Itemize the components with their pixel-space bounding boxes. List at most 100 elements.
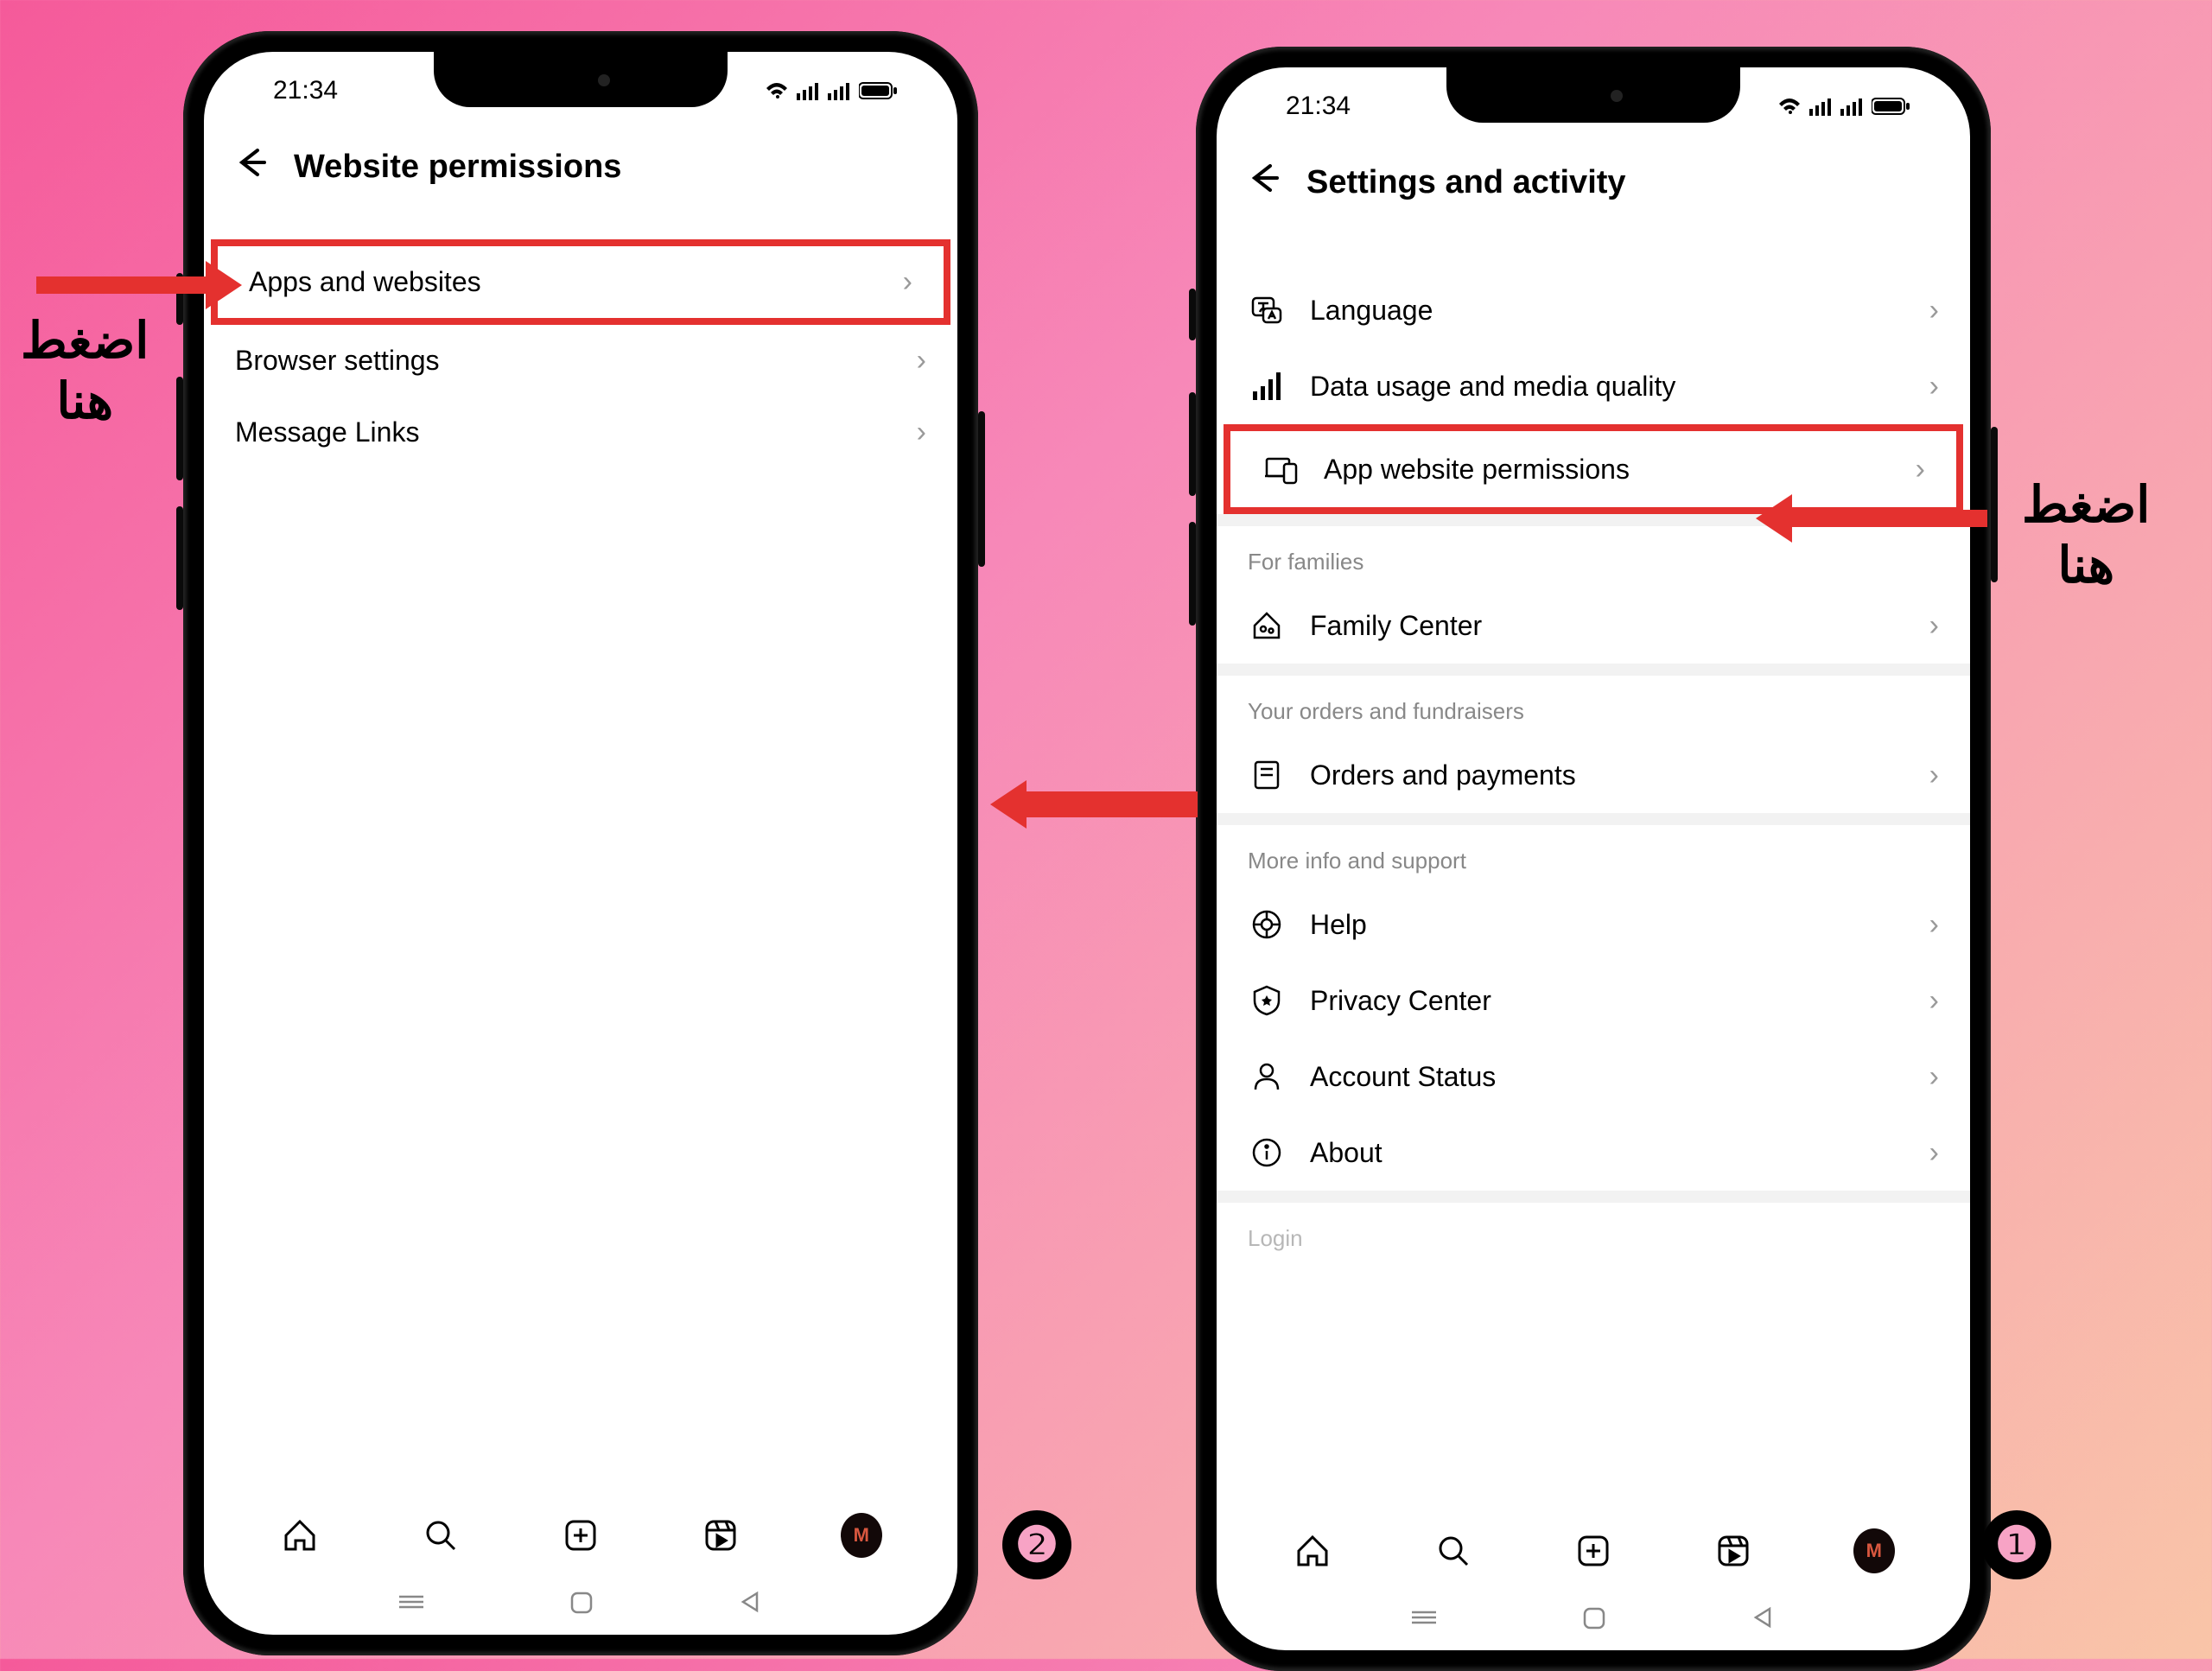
status-indicators xyxy=(766,81,914,100)
signal-icon xyxy=(828,81,850,100)
annotation-line1: اضغط xyxy=(2022,475,2150,536)
separator xyxy=(1217,1191,1970,1203)
profile-avatar[interactable]: M xyxy=(1853,1530,1895,1572)
row-orders-payments[interactable]: Orders and payments › xyxy=(1217,737,1970,813)
row-label: About xyxy=(1310,1137,1905,1169)
row-label: Data usage and media quality xyxy=(1310,371,1905,403)
back-button-icon[interactable] xyxy=(738,1590,766,1614)
status-time: 21:34 xyxy=(247,76,338,105)
help-icon xyxy=(1248,905,1286,944)
wifi-icon xyxy=(766,81,788,100)
annotation-line2: هنا xyxy=(2022,536,2150,596)
battery-icon xyxy=(1872,97,1910,116)
chevron-right-icon: › xyxy=(917,344,926,378)
row-label: App website permissions xyxy=(1324,454,1891,486)
info-icon xyxy=(1248,1134,1286,1172)
row-privacy-center[interactable]: Privacy Center › xyxy=(1217,963,1970,1039)
phone-screen-right: 21:34 Settings and activity Language › xyxy=(1217,67,1970,1650)
step-badge-1: ❶ xyxy=(1982,1510,2051,1579)
section-login: Login xyxy=(1217,1203,1970,1264)
section-orders: Your orders and fundraisers xyxy=(1217,676,1970,737)
back-arrow-icon[interactable] xyxy=(233,145,268,189)
arrow-middle-flow xyxy=(1025,791,1198,817)
row-language[interactable]: Language › xyxy=(1217,272,1970,348)
arrow-head xyxy=(990,780,1027,829)
android-nav xyxy=(204,1578,957,1626)
android-nav xyxy=(1217,1593,1970,1642)
phone-side-button xyxy=(176,377,183,480)
row-label: Message Links xyxy=(235,416,893,448)
chevron-right-icon: › xyxy=(1929,908,1939,942)
row-label: Orders and payments xyxy=(1310,759,1905,791)
profile-avatar[interactable]: M xyxy=(841,1515,882,1556)
highlight-apps-websites: Apps and websites › xyxy=(211,239,950,325)
home-icon[interactable] xyxy=(1292,1530,1333,1572)
step-badge-2: ❷ xyxy=(1002,1510,1071,1579)
chevron-right-icon: › xyxy=(1929,609,1939,643)
row-help[interactable]: Help › xyxy=(1217,886,1970,963)
search-icon[interactable] xyxy=(420,1515,461,1556)
home-button-icon[interactable] xyxy=(1581,1605,1609,1630)
row-label: Family Center xyxy=(1310,610,1905,642)
chevron-right-icon: › xyxy=(903,265,912,299)
chevron-right-icon: › xyxy=(917,416,926,449)
language-icon xyxy=(1248,291,1286,329)
annotation-press-here-right: اضغط هنا xyxy=(2022,475,2150,595)
chevron-right-icon: › xyxy=(1916,453,1925,486)
chevron-right-icon: › xyxy=(1929,294,1939,327)
row-about[interactable]: About › xyxy=(1217,1115,1970,1191)
row-message-links[interactable]: Message Links › xyxy=(204,397,957,468)
row-app-website-permissions[interactable]: App website permissions › xyxy=(1230,431,1956,507)
chevron-right-icon: › xyxy=(1929,1060,1939,1094)
add-icon[interactable] xyxy=(1573,1530,1614,1572)
phone-side-button xyxy=(1991,427,1998,582)
home-button-icon[interactable] xyxy=(569,1590,596,1614)
back-arrow-icon[interactable] xyxy=(1246,161,1281,205)
row-browser-settings[interactable]: Browser settings › xyxy=(204,325,957,397)
page-title: Settings and activity xyxy=(1306,164,1626,201)
devices-icon xyxy=(1262,450,1300,488)
phone-side-button xyxy=(1189,522,1196,626)
phone-frame-right: 21:34 Settings and activity Language › xyxy=(1196,47,1991,1671)
section-families: For families xyxy=(1217,526,1970,588)
row-label: Language xyxy=(1310,295,1905,327)
phone-side-button xyxy=(978,411,985,567)
annotation-line1: اضغط xyxy=(21,311,149,372)
page-title: Website permissions xyxy=(294,149,621,186)
arrow-left-to-apps xyxy=(36,276,209,294)
row-data-usage[interactable]: Data usage and media quality › xyxy=(1217,348,1970,424)
signal-icon xyxy=(797,81,819,100)
back-button-icon[interactable] xyxy=(1751,1605,1778,1630)
recent-apps-icon[interactable] xyxy=(1408,1605,1440,1630)
app-header: Settings and activity xyxy=(1217,145,1970,229)
arrow-head xyxy=(1756,494,1792,543)
phone-side-button xyxy=(1189,289,1196,340)
reels-icon[interactable] xyxy=(700,1515,741,1556)
status-time: 21:34 xyxy=(1260,92,1351,121)
recent-apps-icon[interactable] xyxy=(396,1590,427,1614)
phone-side-button xyxy=(1189,392,1196,496)
search-icon[interactable] xyxy=(1433,1530,1474,1572)
phone-side-button xyxy=(176,506,183,610)
person-icon xyxy=(1248,1058,1286,1096)
row-family-center[interactable]: Family Center › xyxy=(1217,588,1970,664)
signal-bars-icon xyxy=(1248,367,1286,405)
add-icon[interactable] xyxy=(560,1515,601,1556)
row-label: Help xyxy=(1310,909,1905,941)
row-apps-and-websites[interactable]: Apps and websites › xyxy=(218,246,944,318)
row-account-status[interactable]: Account Status › xyxy=(1217,1039,1970,1115)
chevron-right-icon: › xyxy=(1929,370,1939,403)
row-label: Apps and websites xyxy=(249,266,879,298)
separator xyxy=(1217,664,1970,676)
wifi-icon xyxy=(1778,97,1801,116)
reels-icon[interactable] xyxy=(1713,1530,1754,1572)
phone-screen-left: 21:34 Website permissions Apps and websi… xyxy=(204,52,957,1635)
arrow-right-to-permissions xyxy=(1789,510,1987,527)
home-icon[interactable] xyxy=(279,1515,321,1556)
signal-icon xyxy=(1809,97,1832,116)
row-label: Browser settings xyxy=(235,345,893,377)
status-indicators xyxy=(1778,97,1927,116)
phone-notch xyxy=(1446,67,1740,123)
row-label: Privacy Center xyxy=(1310,985,1905,1017)
app-header: Website permissions xyxy=(204,130,957,213)
